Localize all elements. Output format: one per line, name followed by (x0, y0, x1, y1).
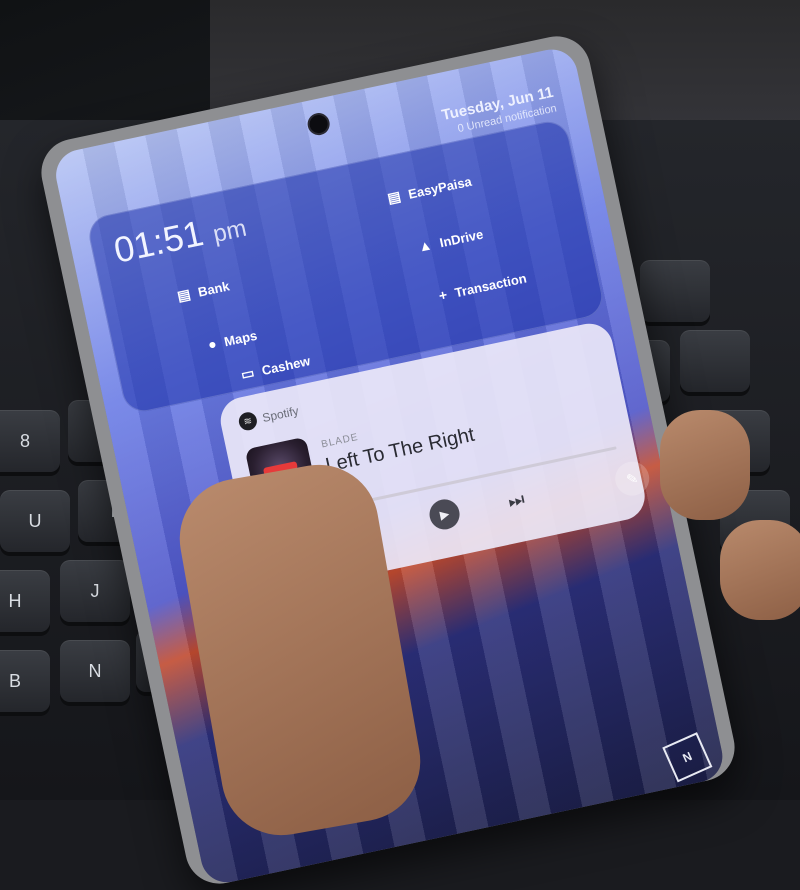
next-track-icon[interactable]: ⏭ (506, 489, 526, 513)
shortcut-indrive[interactable]: ▲ InDrive (416, 225, 485, 255)
shortcut-label: Cashew (260, 353, 312, 379)
shortcut-bank[interactable]: ▤ Bank (176, 277, 231, 305)
bank-icon: ▤ (175, 285, 192, 305)
shortcut-label: EasyPaisa (406, 173, 473, 202)
key-h: H (0, 570, 50, 632)
clock: 01:51 pm (110, 203, 249, 272)
key-u: U (0, 490, 70, 552)
key-n: N (60, 640, 130, 702)
media-app-name: Spotify (261, 403, 300, 426)
hand-finger-2 (720, 520, 800, 620)
play-icon[interactable]: ▶ (426, 496, 463, 533)
shortcut-easypaisa[interactable]: ▤ EasyPaisa (386, 173, 473, 207)
shortcut-transaction[interactable]: + Transaction (437, 269, 528, 304)
shortcut-label: Transaction (453, 269, 528, 300)
indrive-icon: ▲ (416, 236, 434, 255)
key-8: 8 (0, 410, 60, 472)
clock-time: 01:51 (110, 212, 207, 271)
map-pin-icon: ● (206, 335, 219, 353)
key-dark (640, 260, 710, 322)
key-dark (680, 330, 750, 392)
media-app-header: ≋ Spotify (237, 402, 300, 432)
spotify-icon: ≋ (237, 410, 259, 432)
cashew-icon: ▭ (239, 364, 256, 383)
key-b: B (0, 650, 50, 712)
plus-icon: + (437, 286, 449, 304)
artist-name: BLADE (320, 431, 360, 451)
hand-finger-1 (660, 410, 750, 520)
shortcut-label: InDrive (438, 225, 485, 250)
shortcut-label: Bank (196, 278, 231, 300)
clock-ampm: pm (210, 214, 249, 249)
shortcut-label: Maps (222, 327, 259, 349)
shortcut-maps[interactable]: ● Maps (206, 327, 259, 353)
easypaisa-icon: ▤ (385, 187, 403, 207)
key-j: J (60, 560, 130, 622)
song-title: Left To The Right (323, 423, 477, 477)
